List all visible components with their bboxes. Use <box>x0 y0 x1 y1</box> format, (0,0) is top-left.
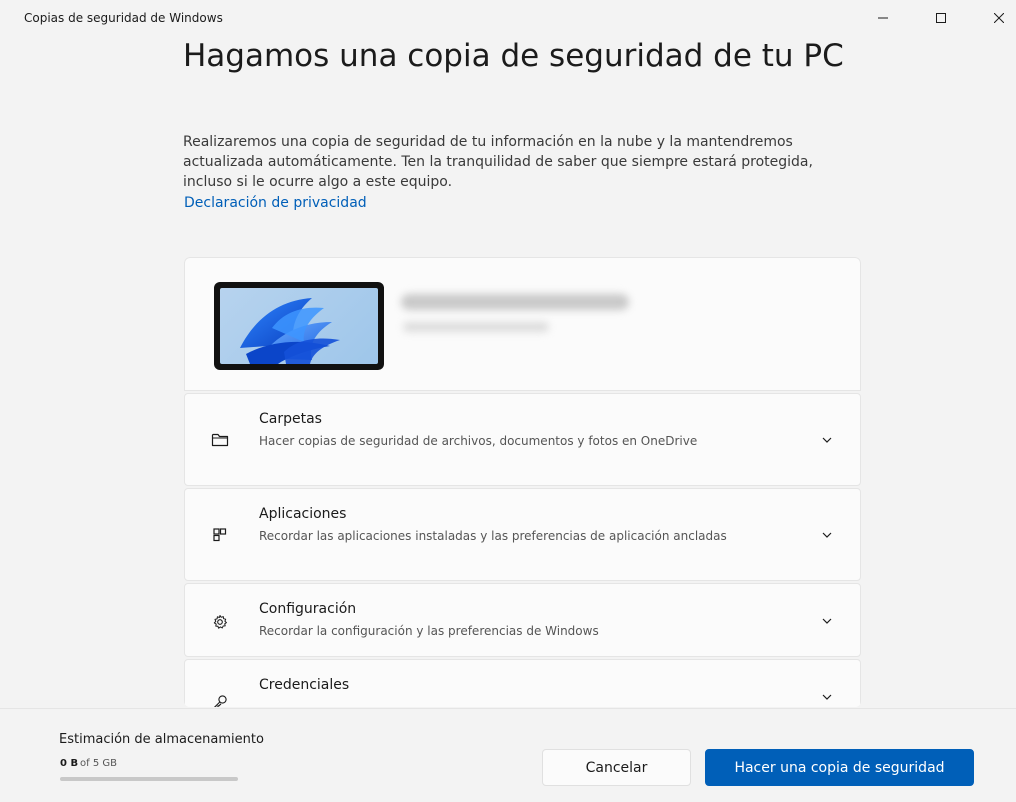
page-title: Hagamos una copia de seguridad de tu PC <box>183 38 844 74</box>
storage-used-value: 0 B <box>60 758 79 769</box>
folders-title: Carpetas <box>259 411 322 427</box>
device-model-redacted <box>403 322 549 332</box>
settings-description: Recordar la configuración y las preferen… <box>259 624 599 638</box>
title-bar: Copias de seguridad de Windows <box>0 0 1016 36</box>
apps-row[interactable]: Aplicaciones Recordar las aplicaciones i… <box>184 488 861 581</box>
windows-bloom-wallpaper <box>220 288 378 364</box>
credentials-row[interactable]: Credenciales <box>184 659 861 707</box>
backup-card: Carpetas Hacer copias de seguridad de ar… <box>184 257 861 707</box>
device-name-redacted <box>401 294 629 310</box>
key-icon <box>210 692 230 707</box>
privacy-statement-link[interactable]: Declaración de privacidad <box>184 195 367 211</box>
storage-progress-bar <box>60 777 238 781</box>
folders-description: Hacer copias de seguridad de archivos, d… <box>259 434 698 448</box>
storage-estimate-label: Estimación de almacenamiento <box>59 732 264 747</box>
device-panel <box>184 257 861 391</box>
backup-button[interactable]: Hacer una copia de seguridad <box>705 749 974 786</box>
backup-window: Copias de seguridad de Windows Hagamos u… <box>0 0 1016 802</box>
chevron-down-icon[interactable] <box>819 432 835 448</box>
credentials-title: Credenciales <box>259 677 350 693</box>
maximize-button[interactable] <box>918 0 964 36</box>
maximize-icon <box>936 13 946 23</box>
folder-icon <box>210 430 230 450</box>
close-button[interactable] <box>976 0 1016 36</box>
minimize-button[interactable] <box>860 0 906 36</box>
apps-icon <box>210 525 230 545</box>
minimize-icon <box>878 17 888 19</box>
footer-bar: Estimación de almacenamiento 0 B of 5 GB… <box>0 708 1016 802</box>
storage-total-value: of 5 GB <box>80 758 117 769</box>
settings-title: Configuración <box>259 601 357 617</box>
device-image <box>214 282 384 370</box>
apps-description: Recordar las aplicaciones instaladas y l… <box>259 529 727 543</box>
app-title: Copias de seguridad de Windows <box>24 11 223 25</box>
gear-icon <box>210 612 230 632</box>
page-description: Realizaremos una copia de seguridad de t… <box>183 134 813 190</box>
chevron-down-icon[interactable] <box>819 613 835 629</box>
cancel-button[interactable]: Cancelar <box>542 749 691 786</box>
chevron-down-icon[interactable] <box>819 527 835 543</box>
apps-title: Aplicaciones <box>259 506 347 522</box>
settings-row[interactable]: Configuración Recordar la configuración … <box>184 583 861 657</box>
folders-row[interactable]: Carpetas Hacer copias de seguridad de ar… <box>184 393 861 486</box>
close-icon <box>994 13 1004 23</box>
chevron-down-icon[interactable] <box>819 689 835 705</box>
